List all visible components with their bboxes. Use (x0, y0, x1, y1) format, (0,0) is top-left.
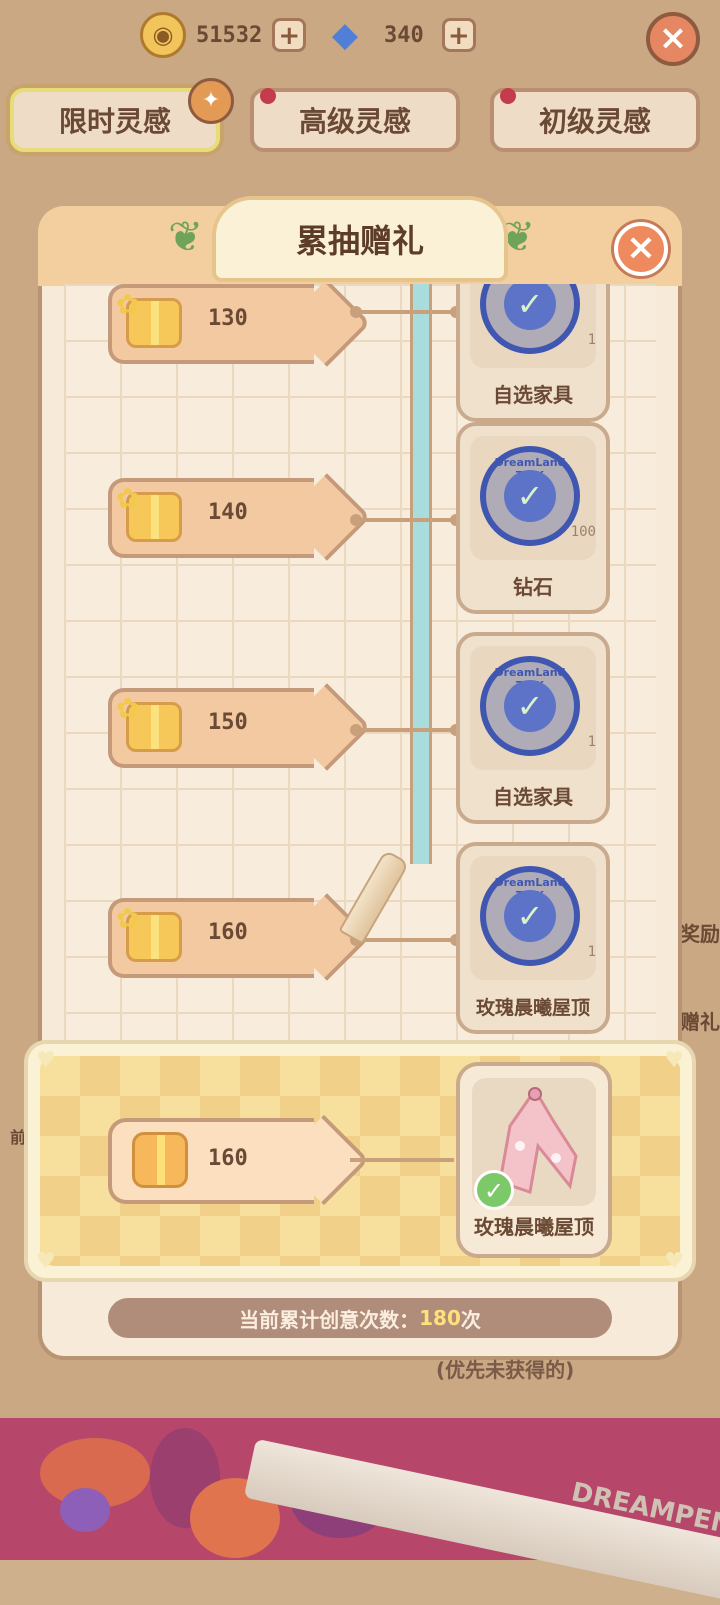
side-label-reward: 奖励 (680, 922, 720, 946)
reward-card[interactable]: DreamLand TICK✓ 1 自选家具 (456, 632, 610, 824)
reward-card[interactable]: DreamLand TICK✓ 1 自选家具 (456, 284, 610, 422)
milestone-row: ✿ 130 DreamLand TICK✓ 1 自选家具 (64, 284, 656, 440)
add-coin-button[interactable]: + (272, 18, 307, 52)
milestone-count: 160 (208, 920, 248, 945)
panel-title-text: 累抽赠礼 (295, 222, 424, 260)
milestone-row: ✿ 150 DreamLand TICK✓ 1 自选家具 (64, 632, 656, 842)
bow-icon: ✿ (116, 902, 140, 935)
reward-name: 玫瑰晨曦屋顶 (475, 997, 590, 1019)
bow-icon: ✿ (116, 482, 140, 515)
add-diamond-button[interactable]: + (441, 18, 476, 52)
milestone-tag: ✿ 130 (108, 284, 371, 367)
side-label-gift: 赠礼 (680, 1010, 720, 1034)
reward-quantity: 1 (587, 734, 596, 750)
tab-basic-inspiration[interactable]: 初级灵感 (490, 88, 700, 152)
notification-dot (500, 88, 516, 104)
reward-card[interactable]: DreamLand TICK✓ 1 玫瑰晨曦屋顶 (456, 842, 610, 1034)
heart-icon: ♥ (664, 1048, 684, 1073)
notification-dot (260, 88, 276, 104)
heart-icon: ♥ (36, 1249, 56, 1274)
reward-name: 自选家具 (493, 785, 573, 809)
bow-icon: ✿ (116, 288, 140, 321)
reward-card[interactable]: DreamLand TICK✓ 100 钻石 (456, 422, 610, 614)
current-milestone-tag: 160 (108, 1114, 370, 1206)
reward-quantity: 1 (587, 944, 596, 960)
diamond-icon: ◆ (331, 15, 359, 55)
panel-title: 累抽赠礼 (212, 196, 508, 282)
gift-box-icon (132, 1132, 188, 1188)
milestone-row: ✿ 140 DreamLand TICK✓ 100 钻石 (64, 422, 656, 632)
milestone-list[interactable]: ✿ 130 DreamLand TICK✓ 1 自选家具 ✿ 140 Dream… (64, 284, 656, 1040)
close-panel-icon[interactable]: × (614, 222, 668, 276)
milestone-count: 130 (208, 306, 248, 331)
priority-note: (优先未获得的) (436, 1358, 575, 1382)
tab-advanced-inspiration[interactable]: 高级灵感 (250, 88, 460, 152)
reward-name: 钻石 (513, 575, 553, 599)
current-connector (350, 1158, 454, 1162)
current-reward-name: 玫瑰晨曦屋顶 (474, 1215, 594, 1239)
tab-label: 初级灵感 (538, 105, 651, 138)
milestone-tag: ✿ 140 (108, 473, 371, 561)
top-bar: ◉ 51532 + ◆ 340 + × (0, 0, 720, 70)
diamond-resource: ◆ 340 + (322, 10, 476, 60)
current-reward-card[interactable]: ✓ 玫瑰晨曦屋顶 (456, 1062, 612, 1258)
reward-name: 自选家具 (493, 383, 573, 407)
heart-icon: ♥ (36, 1048, 56, 1073)
close-icon[interactable]: × (646, 12, 700, 66)
claimed-stamp-icon: DreamLand TICK✓ (480, 866, 580, 966)
bow-icon: ✿ (116, 692, 140, 725)
tab-label: 高级灵感 (298, 105, 411, 138)
diamond-value: 340 (384, 22, 424, 48)
owned-check-icon: ✓ (474, 1170, 514, 1210)
leaf-decoration-icon: ❦ (168, 212, 204, 261)
reward-quantity: 1 (587, 332, 596, 348)
milestone-count: 140 (208, 500, 248, 525)
milestone-tag: ✿ 150 (108, 683, 371, 771)
cumulative-count-bar: 当前累计创意次数： 180 次 (108, 1298, 612, 1338)
coin-value: 51532 (196, 22, 263, 48)
coin-icon: ◉ (140, 12, 186, 58)
coin-resource: ◉ 51532 + (140, 10, 307, 60)
heart-icon: ♥ (664, 1249, 684, 1274)
count-prefix: 当前累计创意次数： (239, 1307, 420, 1332)
tab-label: 限时灵感 (58, 105, 171, 138)
count-suffix: 次 (460, 1307, 481, 1332)
claimed-stamp-icon: DreamLand TICK✓ (480, 656, 580, 756)
milestone-tag: ✿ 160 (108, 893, 371, 981)
count-value: 180 (419, 1306, 461, 1330)
reward-quantity: 100 (570, 524, 596, 540)
lightbulb-icon: ✦ (188, 78, 234, 124)
current-milestone-count: 160 (208, 1146, 248, 1171)
milestone-count: 150 (208, 710, 248, 735)
claimed-stamp-icon: DreamLand TICK✓ (480, 446, 580, 546)
